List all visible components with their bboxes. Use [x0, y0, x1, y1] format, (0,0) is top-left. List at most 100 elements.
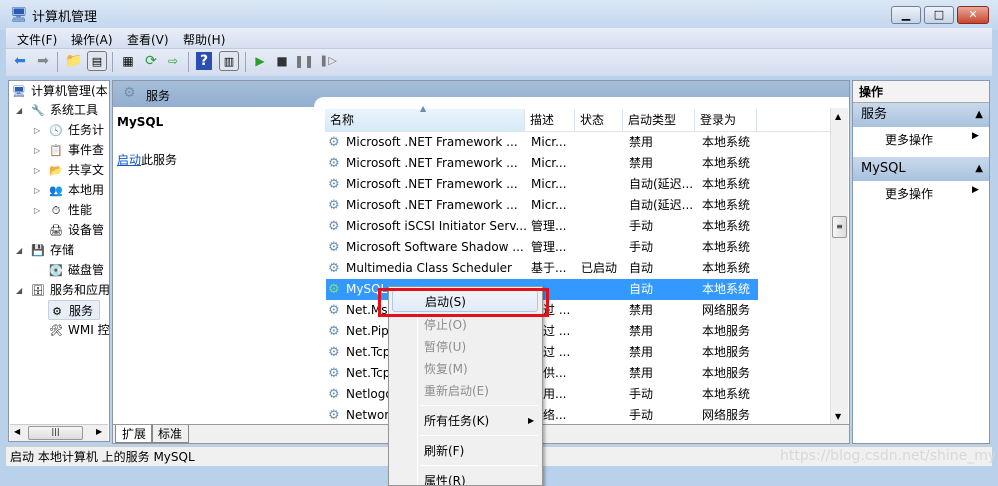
back-icon[interactable]: ⬅: [10, 51, 30, 71]
service-log-on-as: 本地系统: [702, 282, 751, 296]
submenu-arrow-icon: ▶: [972, 185, 979, 195]
tree-item[interactable]: 💽 磁盘管: [48, 260, 110, 280]
menu-item-stop[interactable]: 停止(O): [392, 314, 538, 336]
service-row[interactable]: ⚙ Microsoft Software Shadow ... 管理... 手动 本地系…: [326, 237, 758, 258]
column-header-description[interactable]: 描述: [525, 109, 575, 131]
collapse-arrow-icon[interactable]: ◢: [16, 286, 22, 295]
more-actions-mysql[interactable]: 更多操作 ▶: [885, 185, 985, 202]
tree-item[interactable]: ⚙ 服务: [48, 300, 100, 320]
menu-item-pause[interactable]: 暂停(U): [392, 336, 538, 358]
service-startup-type: 禁用: [629, 324, 654, 338]
scroll-thumb[interactable]: ≡: [832, 216, 847, 238]
scroll-up-icon[interactable]: ▲: [835, 112, 841, 121]
expand-arrow-icon[interactable]: ▷: [34, 206, 40, 215]
service-row[interactable]: ⚙ Microsoft .NET Framework ... Micr... 禁用 本地…: [326, 132, 758, 153]
service-gear-icon: ⚙: [328, 282, 340, 297]
service-row[interactable]: ⚙ Multimedia Class Scheduler 基于... 已启动 自动 本地系…: [326, 258, 758, 279]
tree-item[interactable]: 🕓 任务计: [48, 120, 110, 140]
collapse-icon[interactable]: ▲: [975, 103, 983, 127]
service-gear-icon: ⚙: [328, 324, 340, 339]
actions-section-mysql[interactable]: MySQL ▲: [853, 157, 989, 181]
service-startup-type: 禁用: [629, 366, 654, 380]
column-header-log-on-as[interactable]: 登录为: [695, 109, 757, 131]
tree-item[interactable]: 📂 共享文: [48, 160, 110, 180]
toolbar-separator: [245, 52, 246, 72]
toolbar-separator: [57, 52, 58, 72]
service-startup-type: 自动(延迟...: [629, 177, 694, 191]
menu-item-refresh[interactable]: 刷新(F): [392, 440, 538, 462]
service-log-on-as: 本地系统: [702, 198, 751, 212]
column-header-startup-type[interactable]: 启动类型: [623, 109, 695, 131]
list-vertical-scrollbar[interactable]: ▲ ≡ ▼: [830, 108, 848, 426]
service-log-on-as: 网络服务: [702, 408, 751, 422]
properties-icon[interactable]: ▦: [118, 51, 138, 71]
menu-file[interactable]: 文件(F): [17, 31, 57, 48]
menu-item-resume[interactable]: 恢复(M): [392, 358, 538, 380]
stop-service-icon[interactable]: ■: [272, 51, 292, 71]
restart-service-icon[interactable]: ❚▷: [318, 51, 338, 71]
tree-item[interactable]: ⏱ 性能: [48, 200, 110, 220]
menu-item-restart[interactable]: 重新启动(E): [392, 380, 538, 402]
menu-help[interactable]: 帮助(H): [183, 31, 225, 48]
show-hide-action-pane-icon[interactable]: ▥: [219, 51, 239, 71]
tree-item[interactable]: 🖨 设备管: [48, 220, 110, 240]
menu-view[interactable]: 查看(V): [127, 31, 169, 48]
service-row[interactable]: ⚙ Microsoft iSCSI Initiator Serv... 管理... 手…: [326, 216, 758, 237]
tree-horizontal-scrollbar[interactable]: ◀ ||| ▶: [10, 424, 108, 441]
tree-item-label: 计算机管理(本: [31, 84, 108, 98]
expand-arrow-icon[interactable]: ▷: [34, 126, 40, 135]
scroll-right-icon[interactable]: ▶: [96, 427, 102, 436]
tree-item-root[interactable]: 🖥 计算机管理(本: [11, 81, 108, 101]
tab-standard[interactable]: 标准: [151, 425, 190, 443]
refresh-icon[interactable]: ⟳: [141, 51, 161, 71]
menu-item-all-tasks[interactable]: 所有任务(K) ▶: [392, 410, 538, 432]
collapse-icon[interactable]: ▲: [975, 157, 983, 181]
tree-node-icon: 🔧: [31, 104, 45, 117]
service-log-on-as: 本地系统: [702, 387, 751, 401]
tab-extended[interactable]: 扩展: [115, 425, 154, 443]
help-icon[interactable]: ?: [196, 52, 212, 70]
service-gear-icon: ⚙: [328, 240, 340, 255]
scroll-down-icon[interactable]: ▼: [835, 412, 841, 421]
service-name: Multimedia Class Scheduler: [346, 261, 512, 275]
service-gear-icon: ⚙: [328, 387, 340, 402]
computer-management-icon: 🖥: [10, 7, 28, 23]
service-log-on-as: 本地服务: [702, 366, 751, 380]
minimize-button[interactable]: ▁: [891, 6, 921, 24]
forward-icon[interactable]: ➡: [33, 51, 53, 71]
column-header-status[interactable]: 状态: [575, 109, 623, 131]
start-service-icon[interactable]: ▶: [250, 51, 270, 71]
service-row[interactable]: ⚙ Microsoft .NET Framework ... Micr... 自动(延…: [326, 195, 758, 216]
collapse-arrow-icon[interactable]: ◢: [16, 246, 22, 255]
actions-section-services[interactable]: 服务 ▲: [853, 103, 989, 127]
service-log-on-as: 本地系统: [702, 261, 751, 275]
up-folder-icon[interactable]: 📁: [64, 51, 84, 71]
scroll-thumb[interactable]: |||: [28, 426, 83, 440]
expand-arrow-icon[interactable]: ▷: [34, 186, 40, 195]
scroll-left-icon[interactable]: ◀: [14, 427, 20, 436]
tree-item[interactable]: 👥 本地用: [48, 180, 110, 200]
expand-arrow-icon[interactable]: ▷: [34, 166, 40, 175]
tree-item[interactable]: 🛠 WMI 控: [48, 320, 110, 340]
menu-separator: [420, 435, 538, 436]
tree-item[interactable]: 🔧 系统工具: [30, 100, 110, 120]
tree-item[interactable]: 🗄 服务和应用: [30, 280, 110, 300]
expand-arrow-icon[interactable]: ▷: [34, 146, 40, 155]
collapse-arrow-icon[interactable]: ◢: [16, 106, 22, 115]
menu-action[interactable]: 操作(A): [71, 31, 113, 48]
tree-node-icon: 📋: [49, 144, 63, 157]
tree-item[interactable]: 📋 事件查: [48, 140, 110, 160]
more-actions-services[interactable]: 更多操作 ▶: [885, 131, 985, 148]
pause-service-icon[interactable]: ❚❚: [294, 51, 314, 71]
menu-separator: [420, 465, 538, 466]
more-actions-label: 更多操作: [885, 133, 934, 147]
service-row[interactable]: ⚙ Microsoft .NET Framework ... Micr... 自动(延…: [326, 174, 758, 195]
start-service-link[interactable]: 启动: [117, 153, 141, 167]
service-row[interactable]: ⚙ Microsoft .NET Framework ... Micr... 禁用 本地…: [326, 153, 758, 174]
show-hide-tree-icon[interactable]: ▤: [87, 51, 107, 71]
tree-item[interactable]: 💾 存储: [30, 240, 110, 260]
maximize-button[interactable]: □: [924, 6, 954, 24]
menu-item-properties[interactable]: 属性(R): [392, 470, 538, 485]
close-button[interactable]: ✕: [957, 6, 989, 24]
export-list-icon[interactable]: ⇨: [163, 51, 183, 71]
